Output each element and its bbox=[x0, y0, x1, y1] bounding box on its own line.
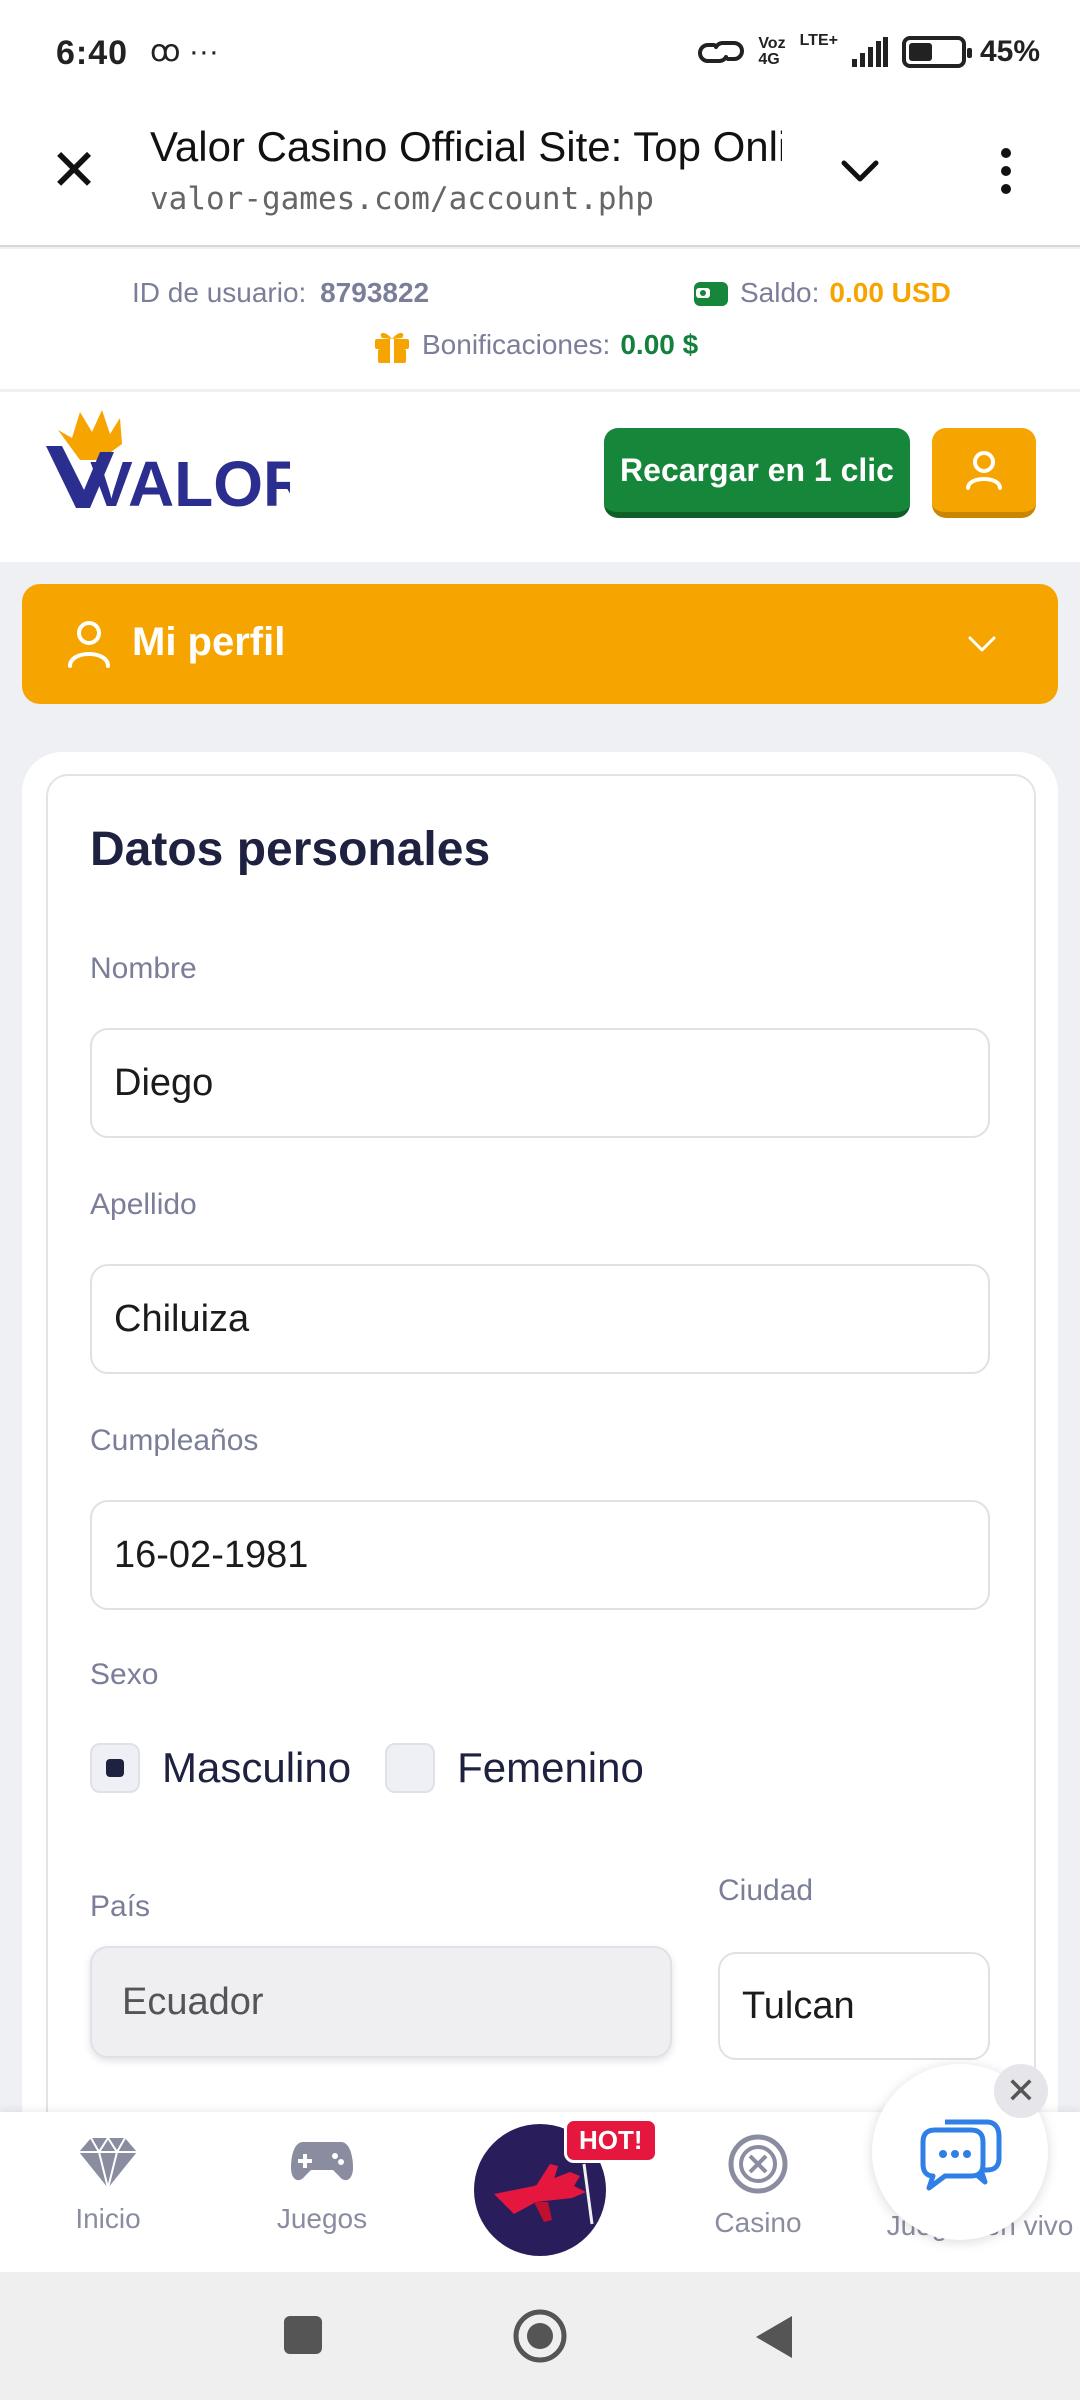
status-bar: 6:40 ꝏ ··· Voz 4G LTE+ 45% bbox=[0, 0, 1080, 105]
user-id-label: ID de usuario: bbox=[132, 277, 307, 308]
network-type: Voz 4G bbox=[758, 36, 785, 68]
link-icon bbox=[698, 41, 745, 63]
radio-femenino[interactable] bbox=[385, 1743, 436, 1793]
battery-percent: 45% bbox=[979, 35, 1040, 68]
home-icon[interactable] bbox=[512, 2308, 568, 2364]
diamond-icon bbox=[79, 2136, 137, 2189]
network-lte: LTE+ bbox=[799, 32, 838, 49]
gift-icon bbox=[375, 332, 409, 363]
sexo-label: Sexo bbox=[90, 1658, 159, 1691]
user-id: ID de usuario: 8793822 bbox=[132, 277, 429, 309]
birthday-field[interactable]: 16-02-1981 bbox=[90, 1500, 990, 1610]
network-4g: 4G bbox=[758, 51, 780, 68]
bonus-label: Bonificaciones: bbox=[422, 329, 611, 360]
user-icon bbox=[68, 621, 110, 668]
bonus: Bonificaciones: 0.00 $ bbox=[372, 325, 698, 365]
browser-bar: ✕ Valor Casino Official Site: Top Online… bbox=[0, 105, 1080, 247]
nav-casino-label: Casino bbox=[714, 2207, 802, 2238]
apellido-label: Apellido bbox=[90, 1188, 197, 1221]
radio-femenino-label[interactable]: Femenino bbox=[457, 1744, 644, 1792]
status-time: 6:40 bbox=[56, 34, 129, 72]
sex-options: Masculino Femenino bbox=[90, 1740, 678, 1796]
radio-selected-dot bbox=[106, 1759, 124, 1777]
country-field[interactable]: Ecuador bbox=[90, 1946, 672, 2058]
hot-badge: HOT! bbox=[564, 2118, 658, 2163]
chevron-down-icon bbox=[968, 636, 996, 652]
more-vert-icon[interactable] bbox=[986, 141, 1026, 201]
radio-masculino[interactable] bbox=[90, 1743, 140, 1793]
form-title: Datos personales bbox=[90, 823, 491, 876]
city-field[interactable]: Tulcan bbox=[718, 1952, 990, 2060]
bonus-value: 0.00 $ bbox=[620, 329, 699, 360]
battery-icon bbox=[901, 36, 972, 68]
nav-inicio[interactable]: Inicio bbox=[18, 2134, 198, 2235]
chat-icon bbox=[920, 2119, 1002, 2191]
signal-icon bbox=[851, 37, 888, 67]
valor-logo[interactable]: VALOR bbox=[40, 408, 290, 518]
nav-juegos[interactable]: Juegos bbox=[232, 2134, 412, 2235]
nav-inicio-label: Inicio bbox=[75, 2203, 141, 2234]
ciudad-label: Ciudad bbox=[718, 1874, 814, 1907]
recent-apps-icon[interactable] bbox=[284, 2316, 322, 2354]
balance-label: Saldo: bbox=[740, 277, 820, 308]
nombre-label: Nombre bbox=[90, 952, 197, 985]
user-icon bbox=[966, 451, 1002, 490]
chat-close-icon[interactable]: ✕ bbox=[994, 2064, 1048, 2118]
gamepad-icon bbox=[291, 2142, 353, 2181]
user-menu-button[interactable] bbox=[932, 428, 1036, 518]
profile-label: Mi perfil bbox=[132, 620, 286, 664]
profile-dropdown[interactable]: Mi perfil bbox=[22, 584, 1058, 704]
battery-fill bbox=[908, 43, 933, 61]
status-left-icons: ꝏ ··· bbox=[150, 35, 219, 68]
network-voz: Voz bbox=[758, 35, 786, 52]
nav-casino[interactable]: Casino bbox=[668, 2134, 848, 2239]
close-icon[interactable]: ✕ bbox=[46, 142, 102, 200]
logo-text: VALOR bbox=[90, 448, 290, 518]
pais-label: País bbox=[90, 1890, 151, 1923]
user-id-value: 8793822 bbox=[320, 277, 430, 308]
system-nav-bar bbox=[0, 2272, 1080, 2400]
page: 6:40 ꝏ ··· Voz 4G LTE+ 45% ✕ Valor Casin… bbox=[0, 0, 1080, 2400]
wallet-icon bbox=[694, 282, 728, 306]
chevron-down-icon[interactable] bbox=[830, 141, 890, 201]
radio-masculino-label[interactable]: Masculino bbox=[162, 1744, 351, 1792]
recharge-button[interactable]: Recargar en 1 clic bbox=[604, 428, 910, 518]
roulette-icon bbox=[728, 2134, 788, 2194]
status-right: Voz 4G LTE+ 45% bbox=[698, 30, 1040, 74]
nombre-field[interactable]: Diego bbox=[90, 1028, 990, 1138]
apellido-field[interactable]: Chiluiza bbox=[90, 1264, 990, 1374]
balance-value: 0.00 USD bbox=[829, 277, 951, 308]
balance: Saldo: 0.00 USD bbox=[692, 277, 951, 309]
page-url: valor-games.com/account.php bbox=[150, 181, 654, 217]
site-header: VALOR Recargar en 1 clic bbox=[0, 392, 1080, 562]
back-icon[interactable] bbox=[752, 2314, 796, 2360]
nav-juegos-label: Juegos bbox=[276, 2203, 368, 2234]
cumple-label: Cumpleaños bbox=[90, 1424, 259, 1457]
page-title: Valor Casino Official Site: Top Online bbox=[150, 123, 782, 170]
account-strip: ID de usuario: 8793822 Saldo: 0.00 USD B… bbox=[0, 249, 1080, 389]
